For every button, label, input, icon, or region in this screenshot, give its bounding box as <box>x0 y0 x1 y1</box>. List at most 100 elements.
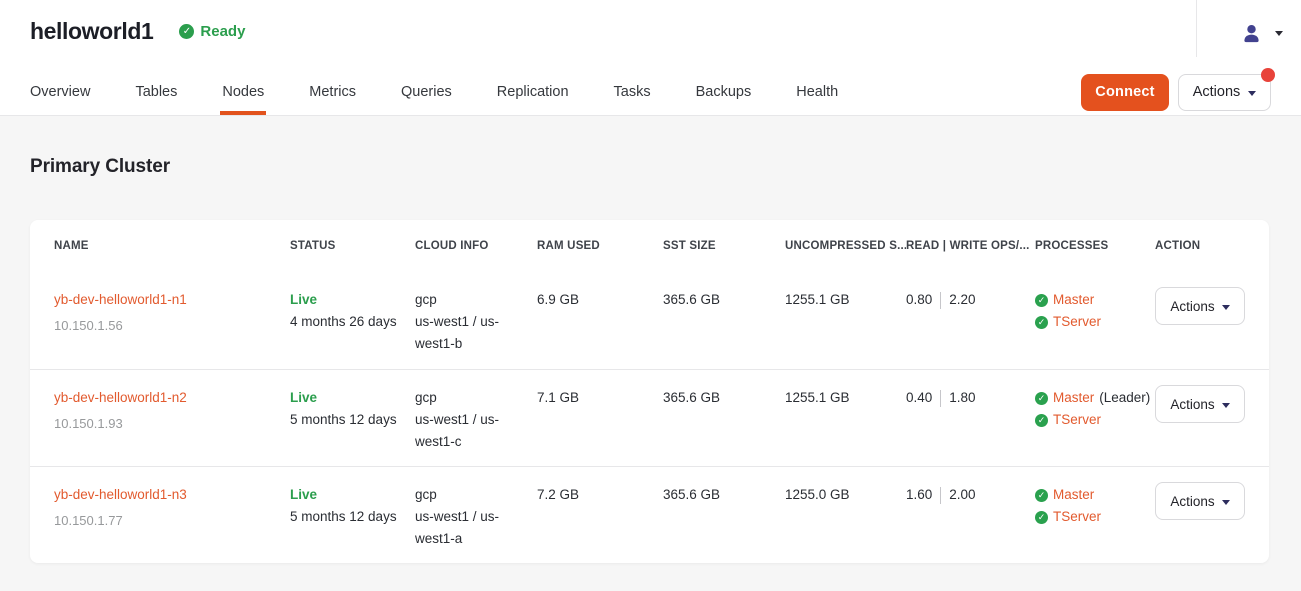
pipe-divider <box>940 487 941 504</box>
tab-tasks[interactable]: Tasks <box>614 69 651 115</box>
chevron-down-icon <box>1248 91 1256 96</box>
user-icon[interactable] <box>1240 22 1263 45</box>
tab-nodes[interactable]: Nodes <box>222 69 264 115</box>
user-menu[interactable] <box>1218 10 1283 56</box>
tab-metrics[interactable]: Metrics <box>309 69 356 115</box>
write-ops-value: 1.80 <box>949 387 975 409</box>
chevron-down-icon <box>1222 500 1230 505</box>
master-process-link[interactable]: Master <box>1053 387 1094 409</box>
tab-health[interactable]: Health <box>796 69 838 115</box>
tserver-process-link[interactable]: TServer <box>1053 409 1101 431</box>
node-processes-cell: Master (Leader) TServer <box>1035 387 1155 431</box>
pipe-divider <box>940 390 941 407</box>
node-name-link[interactable]: yb-dev-helloworld1-n2 <box>54 387 187 409</box>
cloud-provider: gcp <box>415 387 525 409</box>
status-badge: Live <box>290 484 403 506</box>
node-uptime: 4 months 26 days <box>290 311 403 333</box>
col-name: NAME <box>54 240 290 252</box>
cluster-status-label: Ready <box>200 23 245 40</box>
cloud-provider: gcp <box>415 289 525 311</box>
node-actions-label: Actions <box>1170 397 1214 412</box>
process-suffix: (Leader) <box>1099 387 1150 409</box>
write-ops-value: 2.20 <box>949 289 975 311</box>
tab-tables[interactable]: Tables <box>135 69 177 115</box>
check-circle-icon <box>179 24 194 39</box>
process-line: Master (Leader) <box>1035 387 1143 409</box>
tserver-process-link[interactable]: TServer <box>1053 311 1101 333</box>
connect-button[interactable]: Connect <box>1081 74 1169 111</box>
chevron-down-icon <box>1222 305 1230 310</box>
node-processes-cell: Master TServer <box>1035 289 1155 333</box>
node-actions-button[interactable]: Actions <box>1155 385 1245 423</box>
node-ip: 10.150.1.77 <box>54 510 278 532</box>
app-header: helloworld1 Ready Overview Tables Nodes … <box>0 0 1301 116</box>
node-name-cell: yb-dev-helloworld1-n3 10.150.1.77 <box>54 484 290 532</box>
node-sst-cell: 365.6 GB <box>663 387 785 409</box>
node-cloud-cell: gcp us-west1 / us-west1-a <box>415 484 537 550</box>
node-name-link[interactable]: yb-dev-helloworld1-n3 <box>54 484 187 506</box>
check-circle-icon <box>1035 511 1048 524</box>
col-processes: PROCESSES <box>1035 240 1155 252</box>
read-ops-value: 0.40 <box>906 387 932 409</box>
node-readwrite-cell: 0.80 2.20 <box>906 289 1035 311</box>
col-status: STATUS <box>290 240 415 252</box>
node-uptime: 5 months 12 days <box>290 506 403 528</box>
node-action-cell: Actions <box>1155 289 1257 325</box>
cluster-actions-label: Actions <box>1193 84 1241 100</box>
tab-replication[interactable]: Replication <box>497 69 569 115</box>
col-sst-size: SST SIZE <box>663 240 785 252</box>
table-row: yb-dev-helloworld1-n2 10.150.1.93 Live 5… <box>30 369 1269 466</box>
cluster-title: helloworld1 <box>30 18 153 45</box>
read-ops-value: 0.80 <box>906 289 932 311</box>
pipe-divider <box>940 292 941 309</box>
cluster-status-badge: Ready <box>179 23 245 40</box>
node-actions-button[interactable]: Actions <box>1155 287 1245 325</box>
master-process-link[interactable]: Master <box>1053 484 1094 506</box>
master-process-link[interactable]: Master <box>1053 289 1094 311</box>
node-ip: 10.150.1.56 <box>54 315 278 337</box>
check-circle-icon <box>1035 294 1048 307</box>
check-circle-icon <box>1035 414 1048 427</box>
col-action: ACTION <box>1155 240 1245 252</box>
write-ops-value: 2.00 <box>949 484 975 506</box>
node-uncompressed-cell: 1255.1 GB <box>785 289 906 311</box>
node-status-cell: Live 4 months 26 days <box>290 289 415 333</box>
cluster-actions-button[interactable]: Actions <box>1178 74 1271 111</box>
col-ram-used: RAM USED <box>537 240 663 252</box>
cloud-region: us-west1 / us-west1-b <box>415 311 521 355</box>
node-readwrite-cell: 1.60 2.00 <box>906 484 1035 506</box>
main-content: Primary Cluster NAME STATUS CLOUD INFO R… <box>0 156 1301 563</box>
nodes-table-card: NAME STATUS CLOUD INFO RAM USED SST SIZE… <box>30 220 1269 563</box>
header-divider <box>1196 0 1197 57</box>
table-row: yb-dev-helloworld1-n1 10.150.1.56 Live 4… <box>30 272 1269 369</box>
cloud-region: us-west1 / us-west1-a <box>415 506 521 550</box>
node-sst-cell: 365.6 GB <box>663 484 785 506</box>
nav-tabs-bar: Overview Tables Nodes Metrics Queries Re… <box>0 69 1301 115</box>
status-badge: Live <box>290 387 403 409</box>
process-line: TServer <box>1035 506 1143 528</box>
node-actions-button[interactable]: Actions <box>1155 482 1245 520</box>
node-status-cell: Live 5 months 12 days <box>290 387 415 431</box>
node-name-link[interactable]: yb-dev-helloworld1-n1 <box>54 289 187 311</box>
process-line: Master <box>1035 289 1143 311</box>
page-title: Primary Cluster <box>30 156 1271 178</box>
nav-tabs: Overview Tables Nodes Metrics Queries Re… <box>30 69 838 115</box>
node-uptime: 5 months 12 days <box>290 409 403 431</box>
read-ops-value: 1.60 <box>906 484 932 506</box>
tab-backups[interactable]: Backups <box>696 69 752 115</box>
cloud-provider: gcp <box>415 484 525 506</box>
tserver-process-link[interactable]: TServer <box>1053 506 1101 528</box>
node-action-cell: Actions <box>1155 484 1257 520</box>
node-actions-label: Actions <box>1170 299 1214 314</box>
check-circle-icon <box>1035 316 1048 329</box>
tab-queries[interactable]: Queries <box>401 69 452 115</box>
node-cloud-cell: gcp us-west1 / us-west1-b <box>415 289 537 355</box>
table-header-row: NAME STATUS CLOUD INFO RAM USED SST SIZE… <box>30 220 1269 272</box>
chevron-down-icon[interactable] <box>1275 31 1283 36</box>
tab-overview[interactable]: Overview <box>30 69 90 115</box>
table-row: yb-dev-helloworld1-n3 10.150.1.77 Live 5… <box>30 466 1269 563</box>
check-circle-icon <box>1035 489 1048 502</box>
col-cloud-info: CLOUD INFO <box>415 240 537 252</box>
header-top: helloworld1 Ready <box>0 0 1301 62</box>
node-action-cell: Actions <box>1155 387 1257 423</box>
